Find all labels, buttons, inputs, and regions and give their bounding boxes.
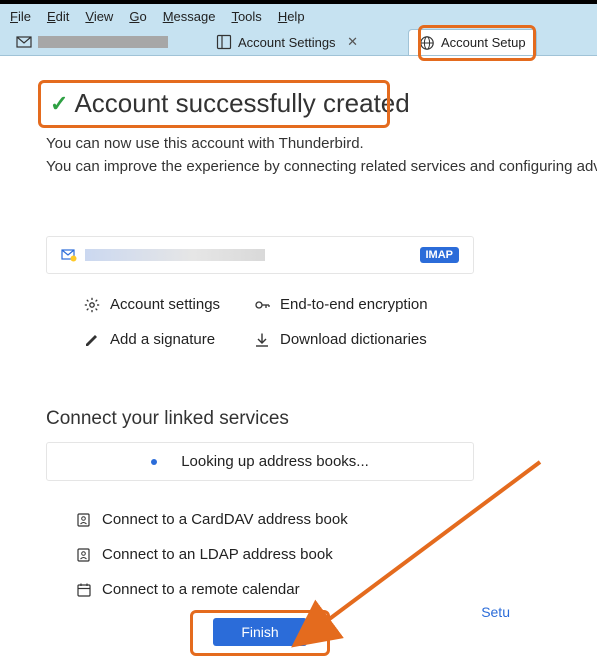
linked-services-title: Connect your linked services xyxy=(46,408,551,430)
quick-links: Account settings End-to-end encryption A… xyxy=(84,296,551,348)
gear-icon xyxy=(84,297,100,313)
link-add-signature[interactable]: Add a signature xyxy=(84,331,254,348)
tab-inbox-label-redacted xyxy=(38,36,168,48)
checkmark-icon: ✓ xyxy=(50,91,68,117)
connect-label: Connect to an LDAP address book xyxy=(102,546,333,563)
finish-wrap: Finish Setu xyxy=(46,618,474,646)
account-email-redacted xyxy=(85,249,265,261)
connect-label: Connect to a remote calendar xyxy=(102,581,300,598)
link-download-dictionaries[interactable]: Download dictionaries xyxy=(254,331,454,348)
tabbar: Account Settings ✕ Account Setup xyxy=(0,28,597,56)
menu-message[interactable]: Message xyxy=(155,9,224,24)
tab-label: Account Setup xyxy=(441,35,526,50)
addressbook-icon xyxy=(76,547,92,563)
lookup-text: Looking up address books... xyxy=(181,453,369,470)
page-heading: ✓ Account successfully created xyxy=(46,84,420,123)
link-label: Add a signature xyxy=(110,331,215,348)
connect-carddav[interactable]: Connect to a CardDAV address book xyxy=(76,511,551,528)
link-e2e-encryption[interactable]: End-to-end encryption xyxy=(254,296,454,313)
link-account-settings[interactable]: Account settings xyxy=(84,296,254,313)
setup-link-partial[interactable]: Setu xyxy=(481,604,510,620)
menu-view[interactable]: View xyxy=(77,9,121,24)
pencil-icon xyxy=(84,332,100,348)
link-label: Download dictionaries xyxy=(280,331,427,348)
desc-line-1: You can now use this account with Thunde… xyxy=(46,133,551,156)
mail-icon xyxy=(16,34,32,50)
addressbook-icon xyxy=(76,512,92,528)
account-card: IMAP xyxy=(46,236,474,274)
tab-account-setup[interactable]: Account Setup xyxy=(408,29,537,55)
menu-tools[interactable]: Tools xyxy=(223,9,269,24)
connect-ldap[interactable]: Connect to an LDAP address book xyxy=(76,546,551,563)
tab-inbox[interactable] xyxy=(6,29,206,55)
finish-button[interactable]: Finish xyxy=(213,618,306,646)
tab-label: Account Settings xyxy=(238,35,336,50)
key-icon xyxy=(254,297,270,313)
download-icon xyxy=(254,332,270,348)
lookup-status: Looking up address books... xyxy=(46,442,474,481)
connect-calendar[interactable]: Connect to a remote calendar xyxy=(76,581,551,598)
menu-file[interactable]: File xyxy=(2,9,39,24)
menu-help[interactable]: Help xyxy=(270,9,313,24)
menubar: File Edit View Go Message Tools Help xyxy=(0,4,597,28)
connect-list: Connect to a CardDAV address book Connec… xyxy=(76,511,551,598)
description: You can now use this account with Thunde… xyxy=(46,133,551,178)
page-title: Account successfully created xyxy=(74,88,409,119)
mail-icon xyxy=(61,247,77,263)
connect-label: Connect to a CardDAV address book xyxy=(102,511,348,528)
settings-panel-icon xyxy=(216,34,232,50)
link-label: Account settings xyxy=(110,296,220,313)
calendar-icon xyxy=(76,582,92,598)
menu-edit[interactable]: Edit xyxy=(39,9,77,24)
menu-go[interactable]: Go xyxy=(121,9,154,24)
main-content: ✓ Account successfully created You can n… xyxy=(0,56,597,646)
globe-icon xyxy=(419,35,435,51)
tab-account-settings[interactable]: Account Settings ✕ xyxy=(206,29,406,55)
close-icon[interactable]: ✕ xyxy=(346,35,360,49)
loading-dot-icon xyxy=(151,459,157,465)
desc-line-2: You can improve the experience by connec… xyxy=(46,156,551,179)
protocol-badge: IMAP xyxy=(420,247,460,263)
link-label: End-to-end encryption xyxy=(280,296,428,313)
